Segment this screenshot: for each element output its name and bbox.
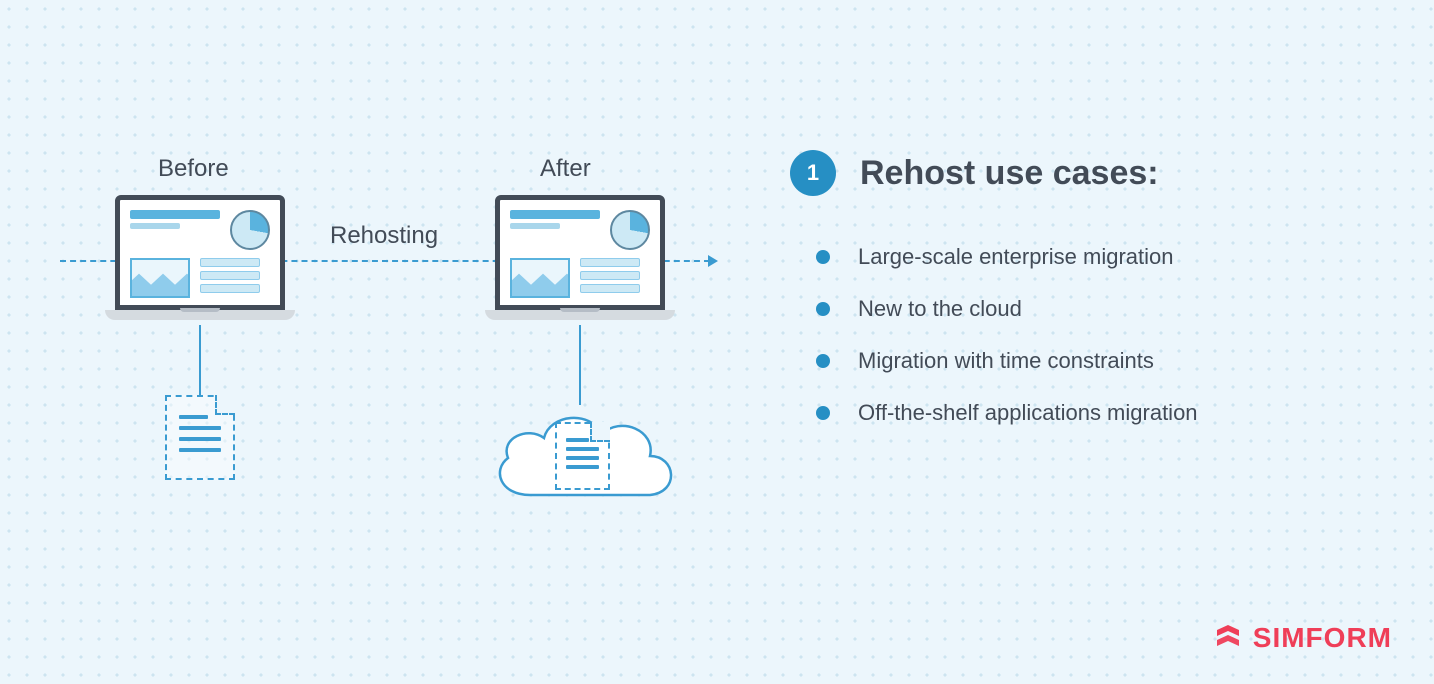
- bullet-text: Large-scale enterprise migration: [858, 244, 1174, 270]
- connector-before: [199, 325, 201, 395]
- simform-logo-icon: [1213, 623, 1243, 653]
- brand-name: SIMFORM: [1253, 622, 1392, 654]
- section-number-badge: 1: [790, 150, 836, 196]
- laptop-before-icon: [105, 195, 295, 320]
- area-chart-icon: [510, 258, 570, 298]
- bullet-dot-icon: [816, 406, 830, 420]
- bullet-dot-icon: [816, 250, 830, 264]
- arrow-head-icon: [708, 255, 718, 267]
- section-heading: Rehost use cases:: [860, 154, 1159, 193]
- area-chart-icon: [130, 258, 190, 298]
- laptop-after-icon: [485, 195, 675, 320]
- bullet-text: Off-the-shelf applications migration: [858, 400, 1198, 426]
- list-item: Off-the-shelf applications migration: [790, 400, 1350, 426]
- bullet-dot-icon: [816, 302, 830, 316]
- bullet-text: New to the cloud: [858, 296, 1022, 322]
- pie-chart-icon: [610, 210, 650, 250]
- after-label: After: [540, 155, 591, 183]
- transition-label: Rehosting: [330, 222, 438, 250]
- list-item: Large-scale enterprise migration: [790, 244, 1350, 270]
- brand-logo-label: SIMFORM: [1213, 622, 1392, 654]
- server-stack-icon: [200, 258, 260, 293]
- connector-after: [579, 325, 581, 405]
- bullet-list: Large-scale enterprise migration New to …: [790, 244, 1350, 426]
- bullet-dot-icon: [816, 354, 830, 368]
- document-onprem-icon: [165, 395, 235, 480]
- pie-chart-icon: [230, 210, 270, 250]
- document-cloud-icon: [555, 422, 610, 490]
- list-item: New to the cloud: [790, 296, 1350, 322]
- use-cases-panel: 1 Rehost use cases: Large-scale enterpri…: [790, 150, 1350, 452]
- server-stack-icon: [580, 258, 640, 293]
- bullet-text: Migration with time constraints: [858, 348, 1154, 374]
- list-item: Migration with time constraints: [790, 348, 1350, 374]
- before-label: Before: [158, 155, 229, 183]
